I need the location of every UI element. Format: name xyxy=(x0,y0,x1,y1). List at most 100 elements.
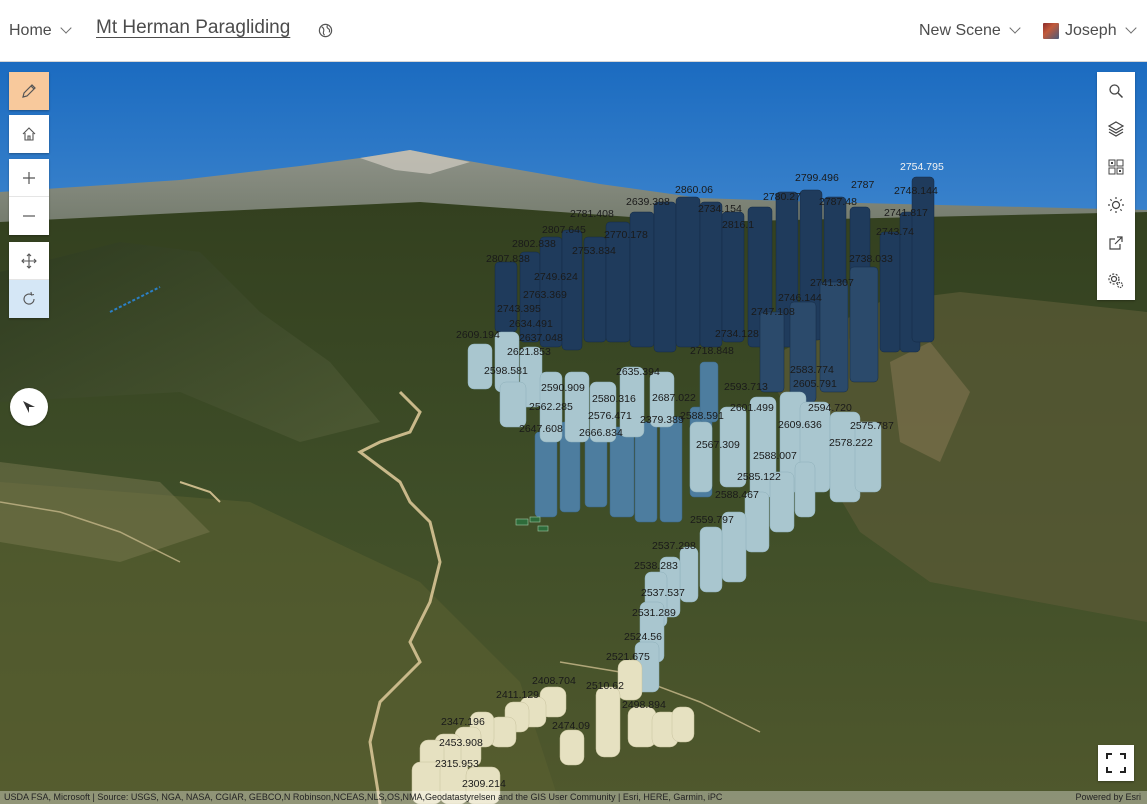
chevron-down-icon xyxy=(1124,22,1137,34)
elevation-label: 2734.154 xyxy=(698,203,742,215)
rotate-button[interactable] xyxy=(9,280,49,318)
elevation-label: 2524.56 xyxy=(624,631,662,643)
zoom-in-button[interactable] xyxy=(9,159,49,197)
scene-title[interactable]: Mt Herman Paragliding xyxy=(96,17,290,39)
elevation-label: 2718.848 xyxy=(690,345,734,357)
elevation-labels: 2754.795 2799.496 2787 2780.27 2860.06 2… xyxy=(435,161,944,790)
app-header: Home Mt Herman Paragliding New Scene Jos… xyxy=(0,0,1147,62)
elevation-label: 2588.591 xyxy=(680,410,724,422)
elevation-label: 2734.128 xyxy=(715,328,759,340)
elevation-label: 2559.797 xyxy=(690,514,734,526)
elevation-label: 2498.894 xyxy=(622,699,666,711)
elevation-label: 2781.408 xyxy=(570,208,614,220)
elevation-label: 2598.581 xyxy=(484,365,528,377)
elevation-label: 2807.838 xyxy=(486,253,530,265)
zoom-tool-group xyxy=(9,159,49,235)
elevation-label: 2770.178 xyxy=(604,229,648,241)
elevation-label: 2738.033 xyxy=(849,253,893,265)
home-tool-group xyxy=(9,115,49,153)
elevation-label: 2647.608 xyxy=(519,423,563,435)
elevation-label: 2639.398 xyxy=(626,196,670,208)
elevation-label: 2588.467 xyxy=(715,489,759,501)
elevation-label: 2576.471 xyxy=(588,410,632,422)
elevation-label: 2802.838 xyxy=(512,238,556,250)
right-toolbar xyxy=(1097,72,1135,300)
elevation-label: 2605.791 xyxy=(793,378,837,390)
elevation-label: 2687.022 xyxy=(652,392,696,404)
home-menu[interactable]: Home xyxy=(9,0,72,62)
elevation-label: 2567.309 xyxy=(696,439,740,451)
globe-icon[interactable] xyxy=(318,23,333,38)
home-icon xyxy=(22,127,36,141)
elevation-label: 2601.499 xyxy=(730,402,774,414)
chevron-down-icon xyxy=(60,22,72,34)
new-scene-menu[interactable]: New Scene xyxy=(919,0,1021,62)
search-button[interactable] xyxy=(1097,72,1135,110)
daylight-button[interactable] xyxy=(1097,186,1135,224)
layers-icon xyxy=(1107,121,1125,137)
elevation-label: 2609.636 xyxy=(778,419,822,431)
elevation-label: 2754.795 xyxy=(900,161,944,173)
pan-button[interactable] xyxy=(9,242,49,280)
elevation-label: 2585.122 xyxy=(737,471,781,483)
elevation-label: 2634.491 xyxy=(509,318,553,330)
elevation-label: 2609.194 xyxy=(456,329,500,341)
user-name[interactable]: Joseph xyxy=(1065,22,1117,40)
settings-button[interactable] xyxy=(1097,262,1135,300)
elevation-label: 2594.720 xyxy=(808,402,852,414)
compass-icon xyxy=(23,401,35,413)
elevation-label: 2787 xyxy=(851,179,875,191)
elevation-label: 2741.817 xyxy=(884,207,928,219)
user-menu[interactable]: Joseph xyxy=(1043,0,1137,62)
basemap-gallery-button[interactable] xyxy=(1097,148,1135,186)
fullscreen-icon xyxy=(1106,753,1126,773)
daylight-icon xyxy=(1108,197,1124,213)
settings-icon xyxy=(1108,273,1124,289)
elevation-label: 2590.909 xyxy=(541,382,585,394)
elevation-label: 2474.09 xyxy=(552,720,590,732)
chevron-down-icon xyxy=(1009,22,1021,34)
elevation-label: 2635.394 xyxy=(616,366,660,378)
elevation-label: 2741.307 xyxy=(810,277,854,289)
elevation-label: 2666.834 xyxy=(579,427,623,439)
zoom-out-button[interactable] xyxy=(9,197,49,235)
elevation-label: 2408.704 xyxy=(532,675,576,687)
elevation-label: 2748.144 xyxy=(894,185,938,197)
share-button[interactable] xyxy=(1097,224,1135,262)
sketch-button[interactable] xyxy=(9,72,49,110)
scene-view[interactable]: 2754.795 2799.496 2787 2780.27 2860.06 2… xyxy=(0,62,1147,804)
basemap-gallery-icon xyxy=(1108,159,1124,175)
elevation-label: 2521.675 xyxy=(606,651,650,663)
elevation-label: 2309.214 xyxy=(462,778,506,790)
home-view-button[interactable] xyxy=(9,115,49,153)
elevation-label: 2753.834 xyxy=(572,245,616,257)
elevation-label: 2583.774 xyxy=(790,364,834,376)
pencil-icon xyxy=(22,84,36,98)
compass-button[interactable] xyxy=(10,388,48,426)
home-menu-label[interactable]: Home xyxy=(9,22,52,40)
elevation-label: 2787.48 xyxy=(819,196,857,208)
elevation-label: 2537.537 xyxy=(641,587,685,599)
fullscreen-button[interactable] xyxy=(1098,745,1134,781)
powered-by-esri[interactable]: Powered by Esri xyxy=(1075,791,1141,804)
avatar xyxy=(1043,23,1059,39)
elevation-label: 2347.196 xyxy=(441,716,485,728)
elevation-label: 2379.389 xyxy=(640,414,684,426)
rotate-icon xyxy=(23,291,35,305)
elevation-label: 2860.06 xyxy=(675,184,713,196)
elevation-label: 2537.298 xyxy=(652,540,696,552)
elevation-label: 2531.289 xyxy=(632,607,676,619)
elevation-label: 2621.853 xyxy=(507,346,551,358)
elevation-label: 2747.108 xyxy=(751,306,795,318)
new-scene-label[interactable]: New Scene xyxy=(919,22,1001,40)
elevation-label: 2743.74 xyxy=(876,226,914,238)
share-icon xyxy=(1109,236,1123,250)
elevation-label: 2799.496 xyxy=(795,172,839,184)
elevation-label: 2593.713 xyxy=(724,381,768,393)
zoom-in-icon xyxy=(23,171,35,184)
elevation-label: 2453.908 xyxy=(439,737,483,749)
layers-button[interactable] xyxy=(1097,110,1135,148)
elevation-label: 2538.283 xyxy=(634,560,678,572)
elevation-label: 2315.953 xyxy=(435,758,479,770)
attribution-text[interactable]: USDA FSA, Microsoft | Source: USGS, NGA,… xyxy=(4,792,722,802)
